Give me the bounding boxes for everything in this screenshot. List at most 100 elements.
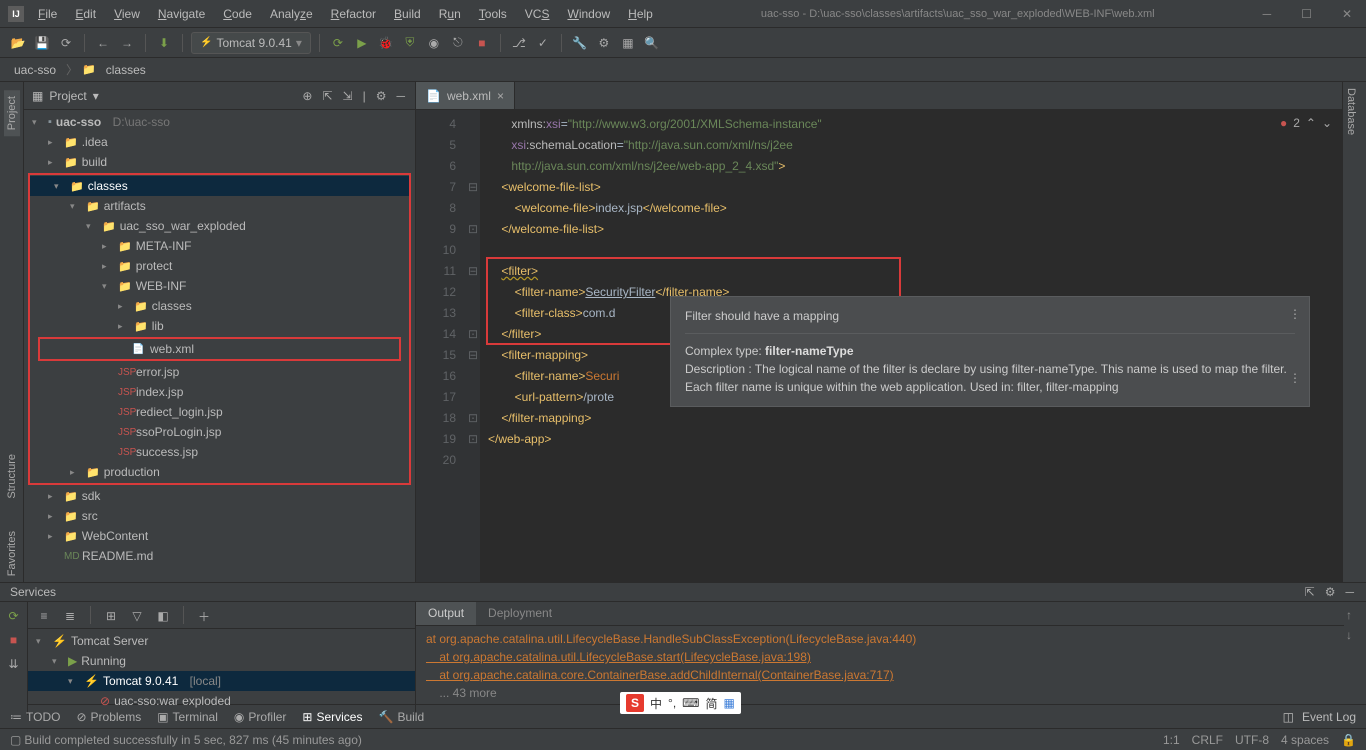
inspection-indicator[interactable]: ●2 ⌃ ⌄ [1280,116,1332,130]
profile-icon[interactable]: ◉ [424,33,444,53]
expand-icon[interactable]: ⇱ [1303,583,1317,601]
tree-folder[interactable]: ▸📁WebContent [24,526,415,546]
wrench-icon[interactable]: 🔧 [570,33,590,53]
stop-icon[interactable]: ■ [4,630,24,650]
run-icon[interactable]: ▶ [352,33,372,53]
filter-icon[interactable]: ▽ [127,606,147,626]
tree-folder[interactable]: ▾📁uac_sso_war_exploded [30,216,409,236]
ime-jian[interactable]: 简 [705,695,717,712]
todo-tab[interactable]: ≔ TODO [10,710,60,724]
stop-icon[interactable]: ■ [472,33,492,53]
tree-file[interactable]: JSPindex.jsp [30,382,409,402]
project-tool-tab[interactable]: Project [4,90,20,136]
gear-icon[interactable]: ⚙ [374,87,389,105]
tree-file[interactable]: JSPerror.jsp [30,362,409,382]
tree-folder[interactable]: ▾📁artifacts [30,196,409,216]
debug-icon[interactable]: 🐞 [376,33,396,53]
tree-folder[interactable]: ▸📁production [30,462,409,482]
menu-file[interactable]: File [32,5,63,23]
favorites-tool-tab[interactable]: Favorites [4,525,20,582]
refresh-run-icon[interactable]: ⟳ [328,33,348,53]
ime-grid-icon[interactable]: ▦ [724,696,735,710]
coverage-icon[interactable]: ⛨ [400,33,420,53]
sync-icon[interactable]: ⟳ [56,33,76,53]
ime-zhong[interactable]: 中 [650,695,662,712]
expand-all-icon[interactable]: ≡ [34,606,54,626]
close-button[interactable]: ✕ [1336,5,1358,23]
services-tree[interactable]: ▾⚡Tomcat Server ▾▶Running ▾⚡Tomcat 9.0.4… [28,629,415,713]
group-icon[interactable]: ⊞ [101,606,121,626]
services-tab[interactable]: ⊞ Services [302,710,362,724]
menu-refactor[interactable]: Refactor [325,5,382,23]
tree-folder[interactable]: ▸📁.idea [24,132,415,152]
chevron-up-icon[interactable]: ⌃ [1306,116,1316,130]
build-icon[interactable]: ⬇ [154,33,174,53]
tree-folder[interactable]: ▸📁sdk [24,486,415,506]
maximize-button[interactable]: ☐ [1295,5,1318,23]
ime-punct-icon[interactable]: °, [668,696,676,710]
build-tab[interactable]: 🔨 Build [378,710,424,724]
hide-icon[interactable]: ─ [1343,583,1356,601]
gear-icon[interactable]: ⚙ [1323,583,1338,601]
panel-title[interactable]: ▦ Project ▾ [32,89,99,103]
tree-folder[interactable]: ▸📁build [24,152,415,172]
editor-tab[interactable]: 📄 web.xml × [416,82,515,109]
status-icon[interactable]: ▢ [10,733,21,747]
tree-folder[interactable]: ▾📁WEB-INF [30,276,409,296]
menu-help[interactable]: Help [622,5,659,23]
menu-navigate[interactable]: Navigate [152,5,211,23]
structure-icon[interactable]: ▦ [618,33,638,53]
open-icon[interactable]: 📂 [8,33,28,53]
close-tab-icon[interactable]: × [497,89,504,103]
project-tree[interactable]: ▾▪uac-sso D:\uac-sso ▸📁.idea ▸📁build ▾📁c… [24,110,415,582]
menu-window[interactable]: Window [561,5,616,23]
layer-icon[interactable]: ◧ [153,606,173,626]
encoding[interactable]: UTF-8 [1235,733,1269,747]
deployment-tab[interactable]: Deployment [476,602,564,625]
caret-position[interactable]: 1:1 [1163,733,1180,747]
tree-folder[interactable]: ▸📁classes [30,296,409,316]
tree-file[interactable]: JSPsuccess.jsp [30,442,409,462]
tree-file[interactable]: JSPssoProLogin.jsp [30,422,409,442]
code-content[interactable]: xmlns:xsi="http://www.w3.org/2001/XMLSch… [480,110,1342,582]
tree-folder-classes[interactable]: ▾📁classes [30,176,409,196]
settings-icon[interactable]: ⚙ [594,33,614,53]
rerun-icon[interactable]: ⟳ [4,606,24,626]
tree-folder[interactable]: ▸📁META-INF [30,236,409,256]
deploy-icon[interactable]: ⇊ [4,654,24,674]
line-ending[interactable]: CRLF [1192,733,1223,747]
chevron-down-icon[interactable]: ⌄ [1322,116,1332,130]
code-editor[interactable]: 4567891011121314151617181920 ⊟ ⊡ ⊟ ⊡⊟ ⊡⊡… [416,110,1342,582]
run-config-dropdown[interactable]: ⚡ Tomcat 9.0.41 ▾ [191,32,311,54]
tree-folder[interactable]: ▸📁protect [30,256,409,276]
tree-file[interactable]: JSPrediect_login.jsp [30,402,409,422]
terminal-tab[interactable]: ▣ Terminal [157,710,218,724]
problems-tab[interactable]: ⊘ Problems [76,710,141,724]
scroll-up-icon[interactable]: ↑ [1346,608,1364,622]
indent[interactable]: 4 spaces [1281,733,1329,747]
services-instance[interactable]: ▾⚡Tomcat 9.0.41 [local] [28,671,415,691]
menu-build[interactable]: Build [388,5,427,23]
ime-keyboard-icon[interactable]: ⌨ [682,696,699,710]
tree-file-webxml[interactable]: 📄web.xml [40,339,399,359]
back-icon[interactable]: ← [93,33,113,53]
breadcrumb-item[interactable]: uac-sso [8,62,62,78]
attach-icon[interactable]: ⎋ [448,33,468,53]
menu-view[interactable]: View [108,5,146,23]
menu-vcs[interactable]: VCS [519,5,556,23]
menu-analyze[interactable]: Analyze [264,5,319,23]
console-output[interactable]: at org.apache.catalina.util.LifecycleBas… [416,626,1344,715]
event-log-button[interactable]: ◫ Event Log [1283,710,1356,724]
breadcrumb-item[interactable]: classes [100,62,152,78]
structure-tool-tab[interactable]: Structure [4,448,20,505]
output-tab[interactable]: Output [416,602,476,625]
locate-icon[interactable]: ⊕ [300,87,314,105]
profiler-tab[interactable]: ◉ Profiler [234,710,287,724]
menu-run[interactable]: Run [433,5,467,23]
menu-code[interactable]: Code [217,5,258,23]
menu-edit[interactable]: Edit [69,5,102,23]
collapse-all-icon[interactable]: ≣ [60,606,80,626]
lock-icon[interactable]: 🔒 [1341,733,1356,747]
tooltip-menu-icon[interactable]: ⋮ [1289,305,1301,323]
ime-bar[interactable]: S 中 °, ⌨ 简 ▦ [620,692,741,714]
